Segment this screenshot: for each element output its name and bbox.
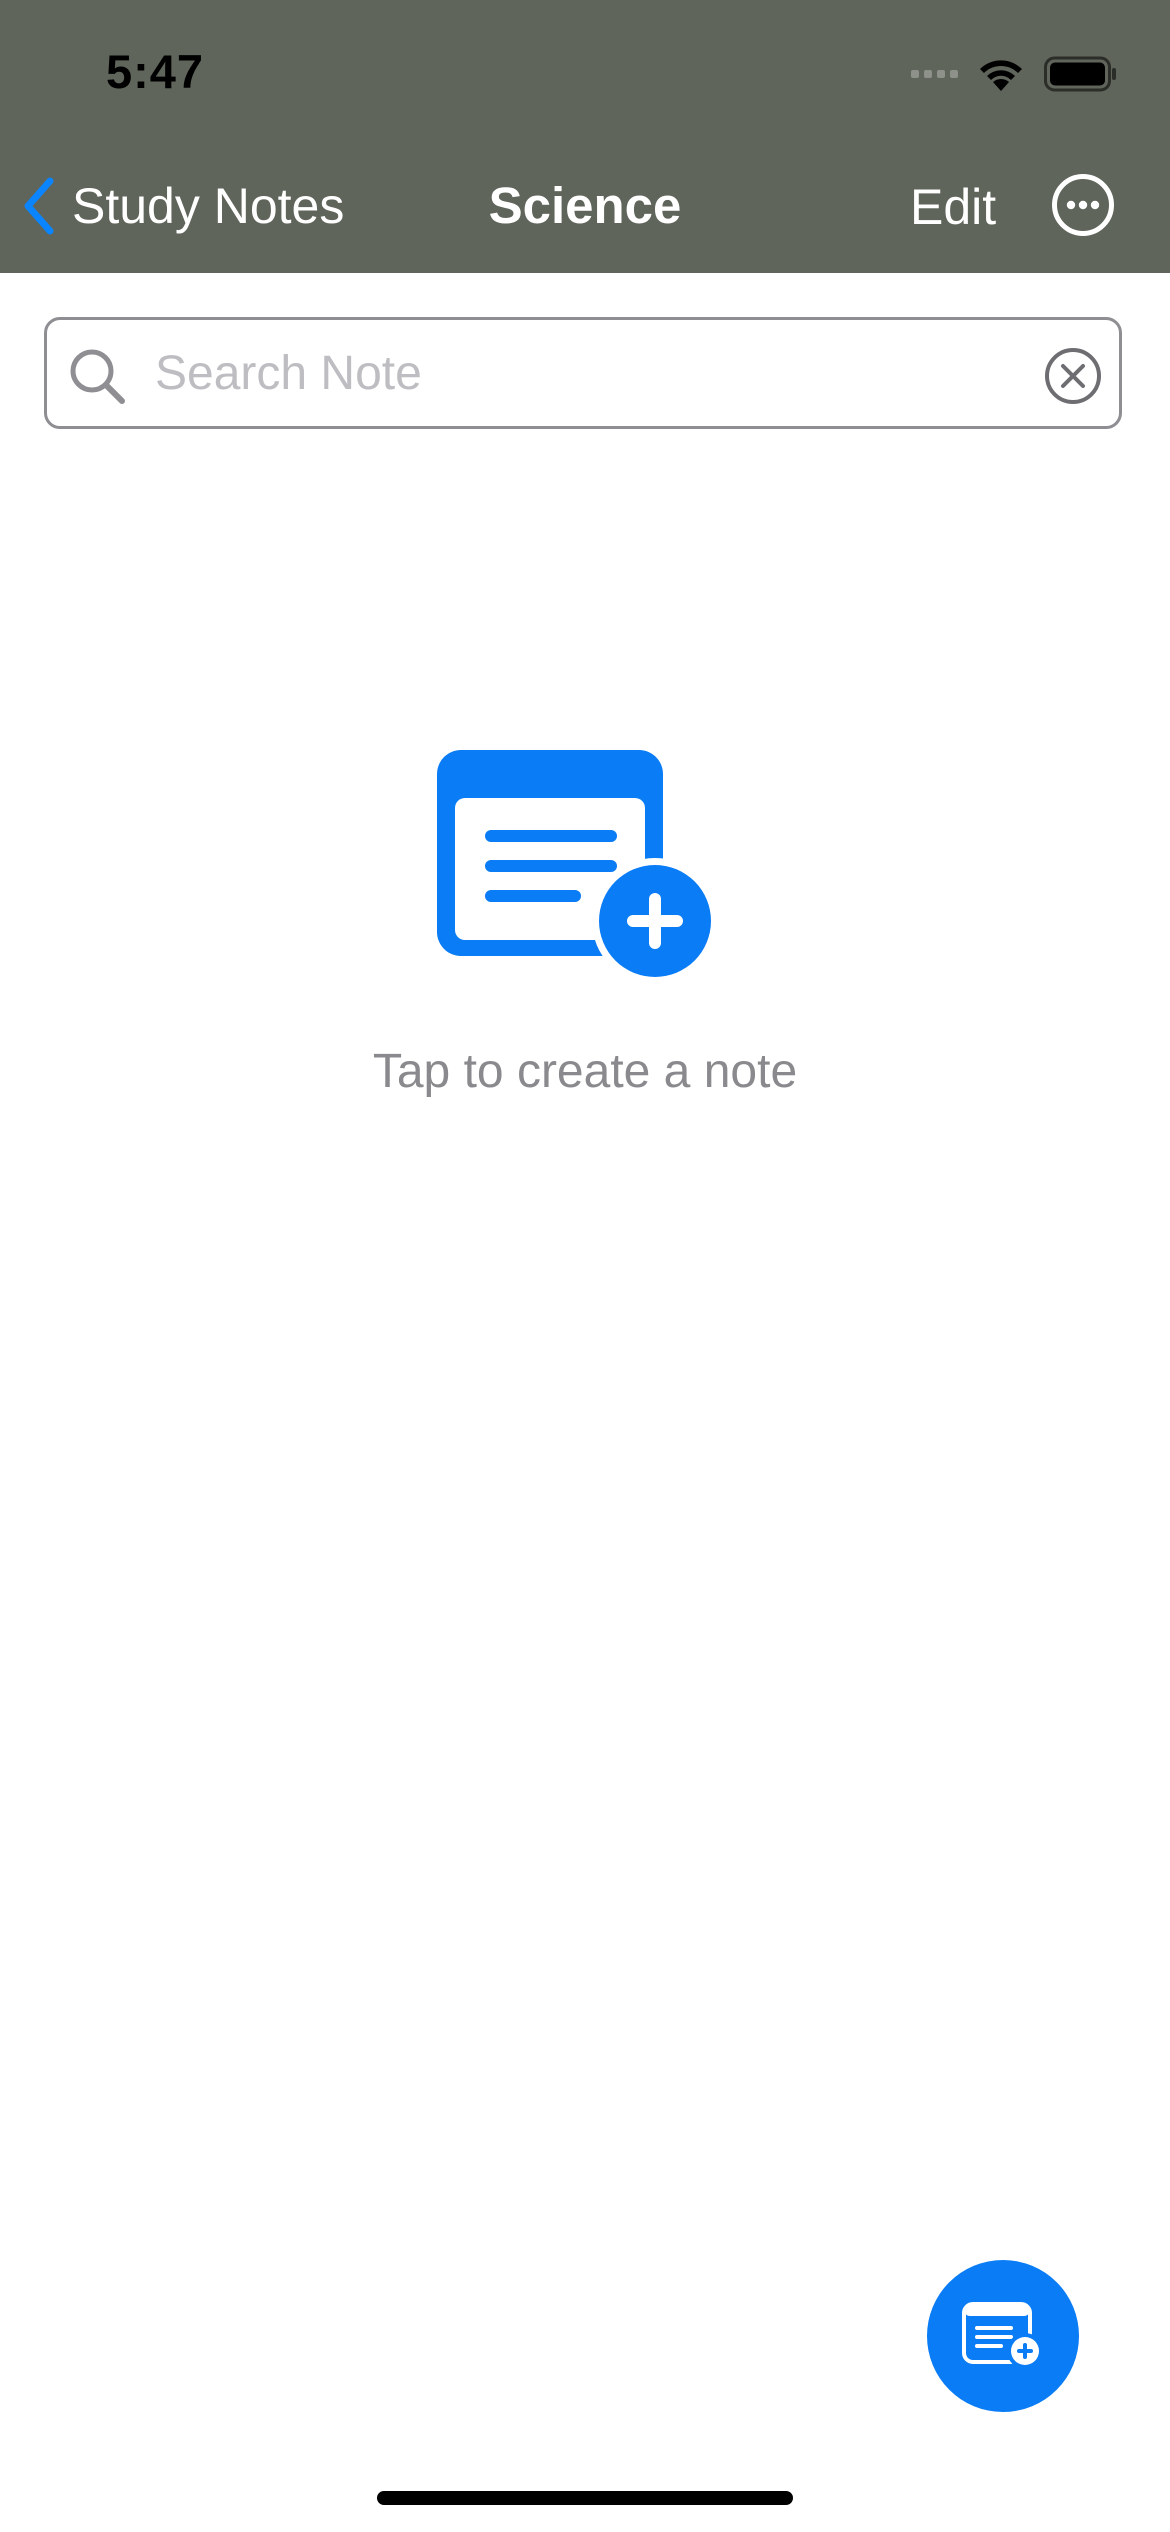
more-button[interactable] [1051,173,1115,237]
note-add-icon [962,2302,1043,2369]
search-bar [44,317,1122,429]
add-note-button[interactable] [927,2260,1079,2412]
screen: 5:47 Study Notes Science Edit Search Not… [0,0,1170,2532]
create-note-icon[interactable] [437,750,715,980]
status-time: 5:47 [106,45,205,98]
header: 5:47 Study Notes Science Edit [0,0,1170,273]
home-indicator [377,2491,793,2505]
battery-icon [1044,56,1116,92]
wifi-icon [980,60,1022,91]
clear-search-icon[interactable] [1043,346,1103,406]
edit-button[interactable]: Edit [910,178,996,236]
empty-state-message: Tap to create a note [372,1045,798,1098]
search-input[interactable] [155,340,1035,406]
ellipsis-circle-icon [1052,174,1114,236]
signal-icon [911,70,958,78]
status-icons [911,50,1118,98]
search-icon [70,349,125,404]
